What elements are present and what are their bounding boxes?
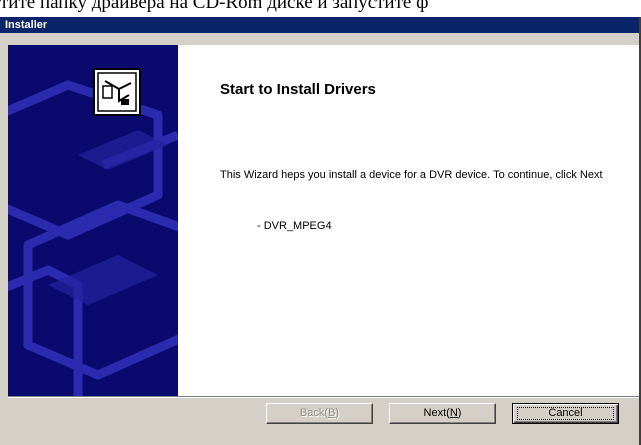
device-list-item: - DVR_MPEG4 <box>257 220 332 232</box>
document-text-line: тите папку драйвера на CD-Rom диске и за… <box>0 0 429 13</box>
cancel-button-label: Cancel <box>548 407 583 419</box>
wizard-heading: Start to Install Drivers <box>220 81 376 98</box>
title-bar[interactable]: Installer <box>0 17 639 33</box>
cancel-button[interactable]: Cancel <box>512 403 619 424</box>
installer-window: Installer Start to Install Drivers This … <box>0 17 641 445</box>
back-button-label: Back(B) <box>299 407 340 419</box>
wizard-description: This Wizard heps you install a device fo… <box>220 169 603 181</box>
next-button[interactable]: Next(N) <box>389 403 496 424</box>
button-separator-highlight <box>8 397 639 398</box>
side-panel-artwork <box>8 45 178 396</box>
wizard-content: Start to Install Drivers This Wizard hep… <box>178 45 639 396</box>
wizard-side-panel <box>8 45 178 396</box>
back-button[interactable]: Back(B) <box>266 403 373 424</box>
window-title: Installer <box>5 19 48 31</box>
hardware-install-icon <box>93 68 141 116</box>
next-button-label: Next(N) <box>423 407 462 419</box>
